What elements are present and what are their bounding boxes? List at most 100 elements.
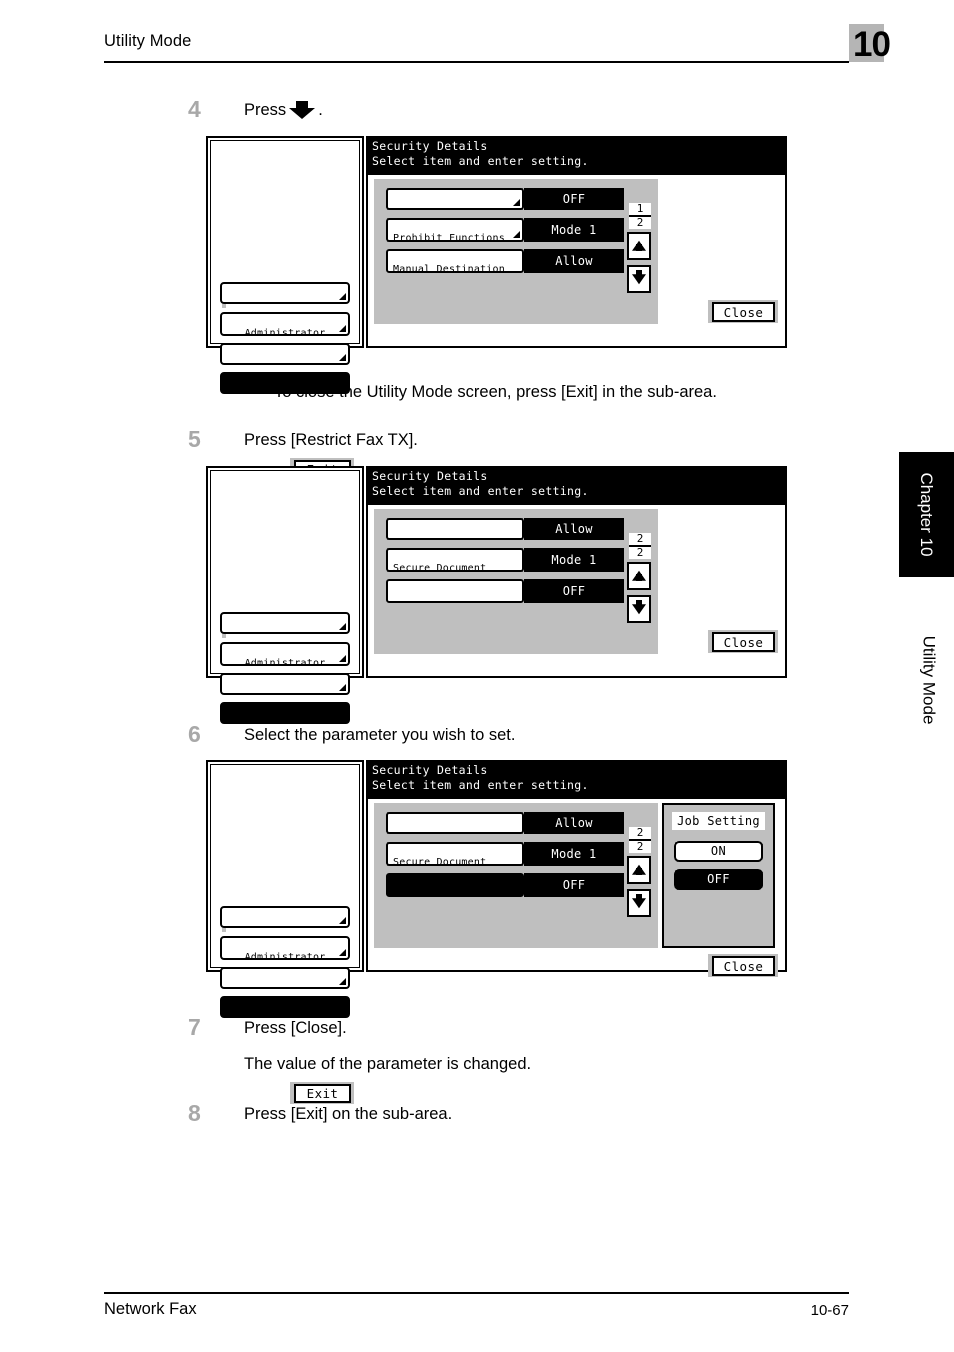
list-item-text: Manual Destination Input: [393, 263, 505, 273]
list-item-value[interactable]: Allow: [524, 249, 624, 273]
substep-text: To close the Utility Mode screen, press …: [274, 383, 717, 401]
screen-subtitle: Select item and enter setting.: [372, 154, 589, 168]
substep-dash: –: [236, 383, 246, 401]
scroll-down-icon[interactable]: [627, 889, 651, 917]
figure-step4: Utility Administrator Setting Security S…: [206, 136, 787, 480]
scroll-down-icon[interactable]: [627, 265, 651, 293]
screen-body: Print Data Capture Allow Secure Document…: [366, 797, 787, 977]
list-item-text: Prohibit Functions When Auth. Error: [393, 232, 505, 242]
list-item-label[interactable]: Secure Document Acess Method: [386, 548, 524, 572]
screen-header: Security Details Select item and enter s…: [366, 760, 787, 797]
step-number: 7: [188, 1014, 201, 1040]
sidebar-item-administrator-setting[interactable]: Administrator Setting: [220, 642, 350, 666]
step-number: 4: [188, 96, 201, 122]
close-button-label: Close: [723, 305, 764, 320]
scroll-down-icon[interactable]: [627, 595, 651, 623]
header-divider: [104, 61, 849, 63]
corner-marker-icon: [339, 623, 346, 630]
exit-button[interactable]: Exit: [294, 1084, 351, 1103]
sidebar-item-label: Administrator Setting: [244, 952, 326, 960]
list-item-value[interactable]: Allow: [524, 518, 624, 540]
close-button[interactable]: Close: [712, 302, 775, 322]
list-item-value[interactable]: Mode 1: [524, 218, 624, 242]
page-indicator: 1 2: [629, 203, 651, 229]
list-item-label[interactable]: Print Data Capture: [386, 518, 524, 540]
close-button[interactable]: Close: [712, 956, 775, 976]
chapter-tab: Chapter 10: [899, 452, 954, 577]
step-number: 6: [188, 721, 201, 747]
step-number: 5: [188, 426, 201, 452]
job-setting-option-on[interactable]: ON: [674, 841, 763, 862]
footer-page-number: 10-67: [810, 1302, 849, 1319]
list-item-label[interactable]: Secure Document Acess Method: [386, 842, 524, 866]
list-item-label[interactable]: Manual Destination Input: [386, 249, 524, 273]
list-item-text: Secure Document Acess Method: [393, 562, 487, 572]
screen-body: Password Rules OFF Prohibit Functions Wh…: [366, 173, 787, 348]
list-item-label[interactable]: Password Rules: [386, 188, 524, 210]
sidebar-item-security-details[interactable]: Security Details: [220, 996, 350, 1018]
job-setting-title: Job Setting: [672, 812, 765, 830]
list-item-text: Secure Document Acess Method: [393, 856, 487, 866]
list-item-value[interactable]: Allow: [524, 812, 624, 834]
sidebar-item-utility[interactable]: Utility: [220, 906, 350, 928]
page-indicator: 2 2: [629, 533, 651, 559]
scroll-up-icon[interactable]: [627, 856, 651, 884]
sidebar-item-utility[interactable]: Utility: [220, 612, 350, 634]
sidebar-item-security-setting[interactable]: Security Setting: [220, 673, 350, 695]
screen-title: Security Details: [372, 139, 488, 153]
corner-marker-icon: [339, 325, 346, 332]
sidebar-item-security-setting[interactable]: Security Setting: [220, 967, 350, 989]
page-current: 1: [629, 203, 651, 217]
corner-marker-icon: [339, 949, 346, 956]
chapter-number: 10: [853, 25, 891, 64]
job-setting-panel: Job Setting ON OFF: [662, 803, 775, 948]
chapter-tab-label: Chapter 10: [917, 472, 936, 557]
list-item-value[interactable]: Mode 1: [524, 842, 624, 866]
step-text: Press [Exit] on the sub-area.: [244, 1105, 453, 1123]
page-title: Utility Mode: [104, 32, 192, 50]
down-arrow-icon: [289, 101, 316, 119]
scroll-up-icon[interactable]: [627, 232, 651, 260]
corner-marker-icon: [339, 684, 346, 691]
close-button-label: Close: [723, 959, 764, 974]
list-item-label[interactable]: Prohibit Functions When Auth. Error: [386, 218, 524, 242]
page-indicator: 2 2: [629, 827, 651, 853]
corner-marker-icon: [513, 231, 520, 238]
main-area-panel: Security Details Select item and enter s…: [366, 136, 787, 348]
step-text: Press [Restrict Fax TX].: [244, 431, 418, 449]
page-current: 2: [629, 827, 651, 841]
sidebar-item-label: Administrator Setting: [244, 328, 326, 336]
section-tab-label: Utility Mode: [919, 635, 939, 725]
page-total: 2: [636, 840, 644, 853]
list-item-label[interactable]: Restrict Fax TX: [386, 579, 524, 603]
page-total: 2: [636, 546, 644, 559]
page-header: Utility Mode: [104, 28, 849, 68]
main-area-panel: Security Details Select item and enter s…: [366, 760, 787, 977]
screen-header: Security Details Select item and enter s…: [366, 136, 787, 173]
exit-button-label: Exit: [306, 1086, 339, 1101]
close-button[interactable]: Close: [712, 632, 775, 652]
job-setting-option-off[interactable]: OFF: [674, 869, 763, 890]
sidebar-item-administrator-setting[interactable]: Administrator Setting: [220, 312, 350, 336]
screen-title: Security Details: [372, 469, 488, 483]
screen-title: Security Details: [372, 763, 488, 777]
job-option-label: ON: [710, 844, 727, 858]
sidebar-item-security-setting[interactable]: Security Setting: [220, 343, 350, 365]
step-text-after: .: [318, 101, 323, 119]
list-item-value[interactable]: Mode 1: [524, 548, 624, 572]
list-item-value[interactable]: OFF: [524, 873, 624, 897]
list-item-value[interactable]: OFF: [524, 579, 624, 603]
step-text-before: Press: [244, 101, 287, 119]
list-item-value[interactable]: OFF: [524, 188, 624, 210]
list-item-label[interactable]: Restrict Fax TX: [386, 873, 524, 897]
job-option-label: OFF: [707, 872, 730, 886]
sidebar-item-administrator-setting[interactable]: Administrator Setting: [220, 936, 350, 960]
scroll-up-icon[interactable]: [627, 562, 651, 590]
sidebar-item-security-details[interactable]: Security Details: [220, 702, 350, 724]
corner-marker-icon: [513, 199, 520, 206]
page-current: 2: [629, 533, 651, 547]
close-button-label: Close: [723, 635, 764, 650]
footer-document-title: Network Fax: [104, 1300, 197, 1318]
sidebar-item-utility[interactable]: Utility: [220, 282, 350, 304]
list-item-label[interactable]: Print Data Capture: [386, 812, 524, 834]
